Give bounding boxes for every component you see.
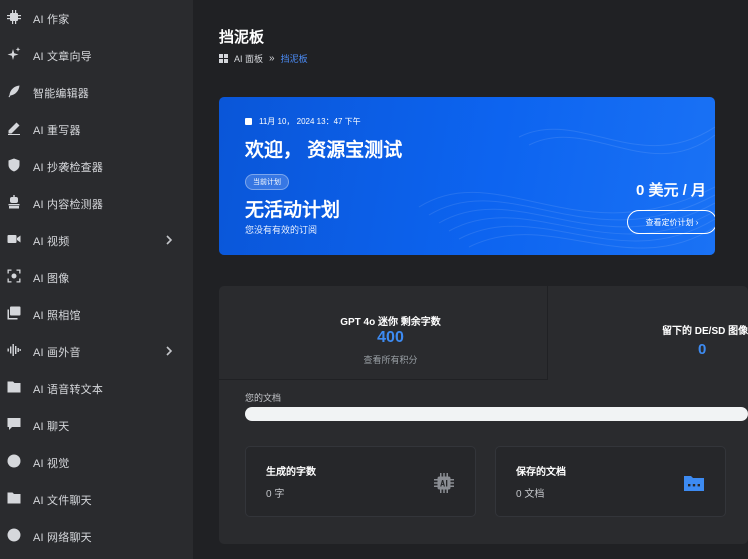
chip-icon	[7, 10, 21, 24]
folder-icon	[683, 472, 705, 494]
current-date: 11月 10， 2024 13：47 下午	[245, 116, 361, 127]
sidebar-item-label: AI 内容检测器	[33, 198, 104, 211]
card-title: 生成的字数	[266, 467, 316, 478]
sidebar-item-label: AI 语音转文本	[33, 383, 104, 396]
words-remaining-title: GPT 4o 迷你 剩余字数	[340, 317, 441, 328]
sidebar-item-content-detector[interactable]: AI 内容检测器	[0, 185, 193, 222]
sidebar-item-label: AI 文件聊天	[33, 494, 92, 507]
words-remaining-value: 400	[377, 329, 404, 346]
feather-icon	[7, 84, 21, 98]
welcome-heading: 欢迎， 资源宝测试	[245, 140, 403, 161]
sidebar-item-label: AI 重写器	[33, 124, 81, 137]
chevron-right-icon[interactable]	[164, 344, 174, 356]
plan-price: 0 美元 / 月	[636, 182, 707, 199]
sidebar-item-video[interactable]: AI 视频	[0, 222, 193, 259]
voice-wave-icon	[7, 343, 21, 357]
sidebar-item-rewriter[interactable]: AI 重写器	[0, 111, 193, 148]
pencil-icon	[7, 121, 21, 135]
sidebar-item-photo-studio[interactable]: AI 照相馆	[0, 296, 193, 333]
documents-progress-bar	[245, 407, 748, 421]
brain-icon	[7, 454, 21, 468]
breadcrumb-current: 挡泥板	[280, 54, 308, 64]
detector-icon	[7, 195, 21, 209]
gallery-icon	[7, 306, 21, 320]
sidebar-item-label: AI 文章向导	[33, 50, 92, 63]
view-pricing-button[interactable]: 查看定价计划 ›	[627, 210, 715, 234]
sidebar-item-plagiarism-checker[interactable]: AI 抄袭检查器	[0, 148, 193, 185]
sidebar-item-label: AI 网络聊天	[33, 531, 92, 544]
sidebar-item-label: AI 画外音	[33, 346, 81, 359]
sidebar-item-label: AI 视频	[33, 235, 70, 248]
sidebar-item-speech-to-text[interactable]: AI 语音转文本	[0, 370, 193, 407]
images-remaining-value: 0	[698, 341, 707, 358]
usage-stats-card: GPT 4o 迷你 剩余字数 400 查看所有积分 留下的 DE/SD 图像 0…	[219, 286, 748, 544]
plan-subtitle: 您没有有效的订阅	[245, 225, 318, 235]
file-chat-icon	[7, 491, 21, 505]
date-text: 11月 10， 2024 13：47 下午	[259, 117, 361, 126]
images-remaining-title: 留下的 DE/SD 图像	[662, 326, 748, 337]
calendar-icon	[245, 118, 252, 125]
sidebar-item-label: AI 照相馆	[33, 309, 81, 322]
sidebar-item-smart-editor[interactable]: 智能编辑器	[0, 74, 193, 111]
video-icon	[7, 232, 21, 246]
documents-label: 您的文档	[245, 393, 282, 403]
shield-icon	[7, 158, 21, 172]
image-scan-icon	[7, 269, 21, 283]
sidebar-item-file-chat[interactable]: AI 文件聊天	[0, 481, 193, 518]
welcome-banner: 11月 10， 2024 13：47 下午 欢迎， 资源宝测试 当前计划 无活动…	[219, 97, 715, 255]
globe-icon	[7, 528, 21, 542]
sidebar-item-label: 智能编辑器	[33, 87, 89, 100]
sidebar-item-chat[interactable]: AI 聊天	[0, 407, 193, 444]
current-plan-badge: 当前计划	[245, 174, 289, 190]
sidebar-item-voiceover[interactable]: AI 画外音	[0, 333, 193, 370]
sidebar-item-label: AI 视觉	[33, 457, 70, 470]
sidebar-item-label: AI 图像	[33, 272, 70, 285]
main-content: 挡泥板 AI 面板 » 挡泥板 11月 10， 2024 13：47 下午 欢迎…	[193, 0, 748, 559]
sidebar-item-web-chat[interactable]: AI 网络聊天	[0, 518, 193, 555]
card-title: 保存的文档	[516, 467, 566, 478]
card-value: 0 字	[266, 489, 285, 500]
sidebar-item-label: AI 聊天	[33, 420, 70, 433]
sidebar: AI 作家 AI 文章向导 智能编辑器 AI 重写器 AI 抄袭检查器 AI 内…	[0, 0, 193, 559]
breadcrumb-link[interactable]: AI 面板	[234, 52, 263, 65]
sparkle-icon	[7, 47, 21, 61]
breadcrumb-separator: »	[269, 53, 275, 64]
sidebar-item-label: AI 作家	[33, 13, 70, 26]
sidebar-item-vision[interactable]: AI 视觉	[0, 444, 193, 481]
page-title: 挡泥板	[219, 29, 265, 46]
sidebar-item-label: AI 抄袭检查器	[33, 161, 104, 174]
words-generated-card: 生成的字数 0 字	[245, 446, 476, 517]
sidebar-item-image[interactable]: AI 图像	[0, 259, 193, 296]
ai-chip-icon	[433, 472, 455, 494]
view-all-credits-link[interactable]: 查看所有积分	[219, 353, 562, 366]
plan-name: 无活动计划	[245, 200, 341, 221]
grid-icon	[219, 54, 228, 63]
chat-icon	[7, 417, 21, 431]
sidebar-item-ai-writer[interactable]: AI 作家	[0, 0, 193, 37]
chevron-right-icon[interactable]	[164, 233, 174, 245]
speech-text-icon	[7, 380, 21, 394]
saved-documents-card: 保存的文档 0 文档	[495, 446, 726, 517]
card-value: 0 文档	[516, 489, 545, 500]
sidebar-item-article-wizard[interactable]: AI 文章向导	[0, 37, 193, 74]
breadcrumb: AI 面板 » 挡泥板	[219, 52, 308, 65]
